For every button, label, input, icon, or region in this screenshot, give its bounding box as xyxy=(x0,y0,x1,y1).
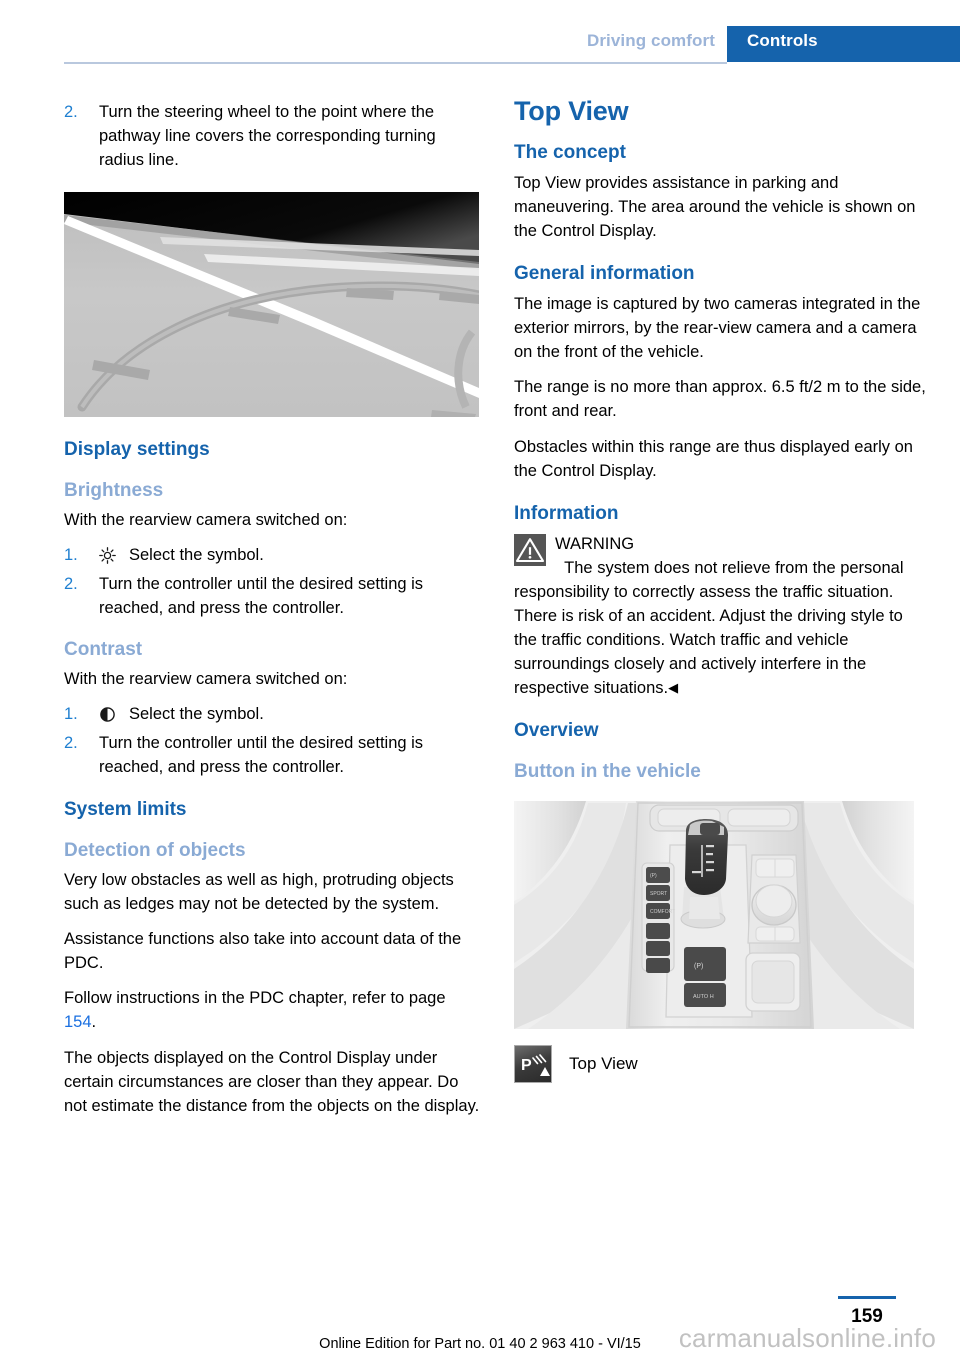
list-item: 2. Turn the controller until the desired… xyxy=(64,731,480,779)
figure-center-console: (P) SPORT COMFORT (P) AUTO H xyxy=(514,800,914,1029)
list-item: 1. Select the symbol. xyxy=(64,543,480,567)
brightness-steps: 1. Select the symbol. 2. Turn the contro… xyxy=(64,543,480,620)
general-info-paragraph-3: Obstacles within this range are thus dis… xyxy=(514,437,913,480)
detection-paragraph-1: Very low obstacles as well as high, prot… xyxy=(64,871,454,914)
page-header: Driving comfort Controls xyxy=(0,0,960,64)
list-item-text: Select the symbol. xyxy=(129,546,264,564)
general-info-paragraph-1: The image is captured by two cameras int… xyxy=(514,295,921,362)
breadcrumb-section: Controls xyxy=(747,31,818,50)
pdc-ref-tail: . xyxy=(91,1013,97,1032)
heading-contrast: Contrast xyxy=(64,639,143,661)
site-watermark: carmanualsonline.info xyxy=(678,1323,936,1353)
left-column: 2. Turn the steering wheel to the point … xyxy=(64,96,480,1118)
header-divider xyxy=(64,62,727,64)
figure-caption-label: Top View xyxy=(569,1053,638,1073)
svg-text:(P): (P) xyxy=(650,873,657,879)
detection-closing-paragraph: The objects displayed on the Control Dis… xyxy=(64,1048,480,1115)
warning-text: The system does not relieve from the per… xyxy=(514,556,930,700)
the-concept-paragraph: Top View provides assistance in parking … xyxy=(514,174,916,241)
heading-information: Information xyxy=(514,502,619,524)
svg-text:COMFORT: COMFORT xyxy=(650,909,675,915)
warning-end-mark: ◀ xyxy=(668,680,679,696)
folio-rule xyxy=(838,1296,896,1299)
breadcrumb-chapter: Driving comfort xyxy=(586,31,715,50)
top-view-button-icon: P xyxy=(514,1044,552,1083)
heading-detection-of-objects: Detection of objects xyxy=(64,840,246,862)
svg-text:SPORT: SPORT xyxy=(650,891,667,897)
warning-block: WARNING The system does not relieve from… xyxy=(514,532,930,701)
list-item-number: 1. xyxy=(64,546,78,564)
general-info-paragraph-2: The range is no more than approx. 6.5 ft… xyxy=(514,378,926,421)
svg-text:AUTO H: AUTO H xyxy=(693,994,714,1000)
list-item-text: Turn the controller until the desired se… xyxy=(99,575,424,618)
warning-text-body: The system does not relieve from the per… xyxy=(514,558,904,698)
heading-button-in-the-vehicle: Button in the vehicle xyxy=(514,760,701,782)
heading-the-concept: The concept xyxy=(514,142,626,164)
heading-brightness: Brightness xyxy=(64,480,164,502)
list-item-text: Turn the steering wheel to the point whe… xyxy=(99,103,436,170)
list-item-text: Turn the controller until the desired se… xyxy=(99,734,424,777)
detection-paragraph-2: Assistance functions also take into acco… xyxy=(64,930,462,973)
heading-system-limits: System limits xyxy=(64,799,187,821)
page-title: Top View xyxy=(514,96,629,126)
right-column: Top View The concept Top View provides a… xyxy=(514,96,930,1083)
list-item-number: 2. xyxy=(64,575,78,594)
heading-general-information: General information xyxy=(514,263,695,285)
rearview-camera-illustration xyxy=(64,192,479,418)
figure-rearview-camera xyxy=(64,192,479,418)
heading-display-settings: Display settings xyxy=(64,439,210,461)
list-item-text: Select the symbol. xyxy=(129,705,264,724)
list-item: 1. Select the symbol. xyxy=(64,702,480,726)
list-item-number: 1. xyxy=(64,705,78,724)
heading-overview: Overview xyxy=(514,720,599,742)
list-item: 2. Turn the steering wheel to the point … xyxy=(64,100,480,172)
contrast-half-circle-icon xyxy=(99,706,129,723)
svg-text:P: P xyxy=(521,1057,532,1074)
pdc-ref-lead: Follow instructions in the PDC chapter, … xyxy=(64,989,446,1008)
continued-step-list: 2. Turn the steering wheel to the point … xyxy=(64,100,480,172)
contrast-intro: With the rearview camera switched on: xyxy=(64,670,348,689)
brightness-sun-icon xyxy=(99,547,129,564)
warning-triangle-icon xyxy=(514,533,546,566)
center-console-illustration: (P) SPORT COMFORT (P) AUTO H xyxy=(514,800,914,1029)
list-item-number: 2. xyxy=(64,103,78,121)
list-item: 2. Turn the controller until the desired… xyxy=(64,572,480,620)
figure-caption-row: P Top View xyxy=(514,1044,930,1083)
contrast-steps: 1. Select the symbol. 2. Turn the contro… xyxy=(64,702,480,779)
brightness-intro: With the rearview camera switched on: xyxy=(64,510,348,529)
list-item-number: 2. xyxy=(64,734,78,753)
pdc-cross-reference: Follow instructions in the PDC chapter, … xyxy=(64,986,480,1034)
page-footer: 159 Online Edition for Part no. 01 40 2 … xyxy=(0,1282,960,1362)
svg-text:(P): (P) xyxy=(694,963,703,970)
page-link-154[interactable]: 154 xyxy=(64,1013,92,1031)
warning-label: WARNING xyxy=(555,534,635,553)
